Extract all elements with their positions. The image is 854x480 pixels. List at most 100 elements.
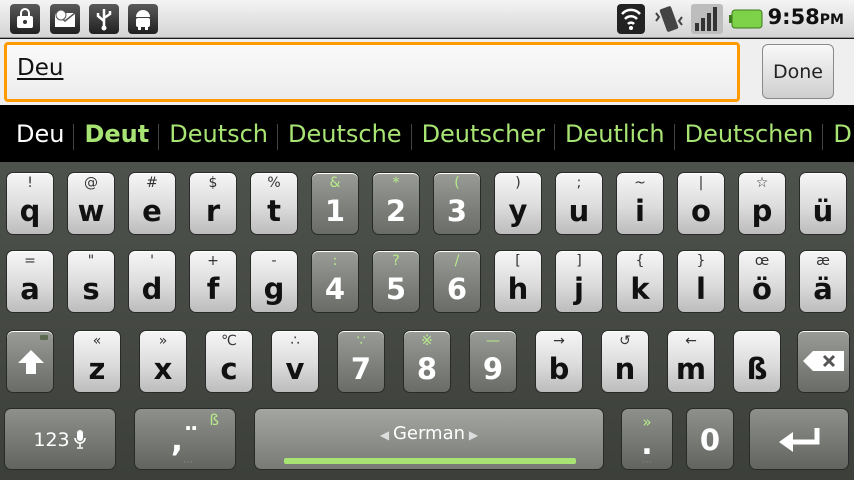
suggestion-strip: Deu Deut Deutsch Deutsche Deutscher Deutlich D… [0,105,854,162]
composing-text: Deu [17,55,64,81]
key-label: z [88,352,106,386]
key-label: x [153,352,173,386]
key-alt-label: : [332,253,338,269]
key-p[interactable]: ☆ p [738,172,786,235]
suggestion-item[interactable]: Deutschen [673,120,824,150]
key-u[interactable]: ; u [555,172,603,235]
key-q[interactable]: ! q [6,172,54,235]
key-label: ß [746,352,768,386]
period-key[interactable]: » . ⋯ [621,408,673,470]
key-e[interactable]: # e [128,172,176,235]
space-bar[interactable]: ◀ German ▶ [254,408,604,470]
key-alt-label: ; [576,175,582,191]
key-alt-label: * [392,175,400,191]
key-s[interactable]: " s [67,250,115,313]
key-x[interactable]: » x [139,330,187,393]
key-label: p [751,194,773,228]
shift-indicator-icon [40,335,48,340]
key-alt-label: | [698,175,704,191]
delete-key[interactable] [797,330,850,393]
key-ß[interactable]: ß [733,330,781,393]
enter-key[interactable] [749,408,849,470]
key-label: 2 [385,194,407,228]
key-y[interactable]: ) y [494,172,542,235]
key-2[interactable]: * 2 [372,172,420,235]
key-label: n [614,352,636,386]
shift-key[interactable] [6,330,54,393]
key-alt-label: = [24,253,36,269]
key-6[interactable]: /6 [433,250,481,313]
key-7[interactable]: ∵ 7 [337,330,385,393]
key-t[interactable]: % t [250,172,298,235]
microphone-icon [73,430,86,449]
key-w[interactable]: @ w [67,172,115,235]
key-1[interactable]: & 1 [311,172,359,235]
key-alt-label: — [486,333,500,349]
symbols-key[interactable]: 123 [4,408,116,470]
suggestion-item[interactable]: D [822,120,854,150]
key-alt-label: } [696,253,706,269]
signal-icon [690,3,724,35]
key-label: y [508,194,528,228]
key-label: 6 [446,272,468,306]
key-8[interactable]: ※ 8 [403,330,451,393]
key-d[interactable]: ' d [128,250,176,313]
key-alt-label: ※ [421,333,433,349]
key-alt-label: & [329,175,341,191]
key-v[interactable]: ∴ v [271,330,319,393]
key-b[interactable]: → b [535,330,583,393]
key-alt-label: ) [515,175,521,191]
text-entry-row: Deu Done [0,39,854,105]
key-4[interactable]: :4 [311,250,359,313]
key-label: c [220,352,238,386]
key-label: a [20,272,40,306]
key-alt-label: % [267,175,281,191]
suggestion-item[interactable]: Deutsche [277,120,412,150]
suggestion-item[interactable]: Deutlich [553,120,675,150]
suggestion-item[interactable]: Deutsch [158,120,278,150]
key-h[interactable]: [h [494,250,542,313]
key-i[interactable]: ~ i [616,172,664,235]
key-f[interactable]: + f [189,250,237,313]
zero-key[interactable]: 0 [686,408,734,470]
envelope-icon [50,4,80,34]
key-label: l [696,272,706,306]
key-3[interactable]: (3 [433,172,481,235]
key-label: o [691,194,711,228]
key-label: b [548,352,570,386]
key-label: m [675,352,707,386]
text-input[interactable]: Deu [4,42,740,102]
usb-icon [89,4,119,34]
suggestion-item[interactable]: Deutscher [410,120,555,150]
suggestion-item[interactable]: Deut [73,120,159,150]
key-alt-label: - [271,253,277,269]
key-ü[interactable]: ü [799,172,847,235]
key-label: ü [812,194,834,228]
key-z[interactable]: «z [73,330,121,393]
suggestion-item[interactable]: Deu [0,120,74,148]
done-button[interactable]: Done [762,44,834,99]
key-label: i [635,194,645,228]
key-5[interactable]: ? 5 [372,250,420,313]
key-label: 1 [324,194,346,228]
key-m[interactable]: ← m [667,330,715,393]
key-l[interactable]: } l [677,250,725,313]
key-n[interactable]: ↺ n [601,330,649,393]
key-r[interactable]: $ r [189,172,237,235]
key-alt-label: ☆ [755,175,769,191]
key-a[interactable]: = a [6,250,54,313]
key-9[interactable]: —9 [469,330,517,393]
key-alt-label: ? [392,253,400,269]
key-k[interactable]: {k [616,250,664,313]
key-o[interactable]: | o [677,172,725,235]
key-j[interactable]: ] j [555,250,603,313]
battery-icon [729,3,765,35]
clock: 9:58PM [768,5,844,29]
key-label: v [285,352,305,386]
key-ä[interactable]: æä [799,250,847,313]
key-ö[interactable]: œö [738,250,786,313]
key-c[interactable]: ℃ c [205,330,253,393]
key-alt-label: ← [685,333,697,349]
key-g[interactable]: -g [250,250,298,313]
comma-key[interactable]: ß ,¨ ⋯ [134,408,236,470]
